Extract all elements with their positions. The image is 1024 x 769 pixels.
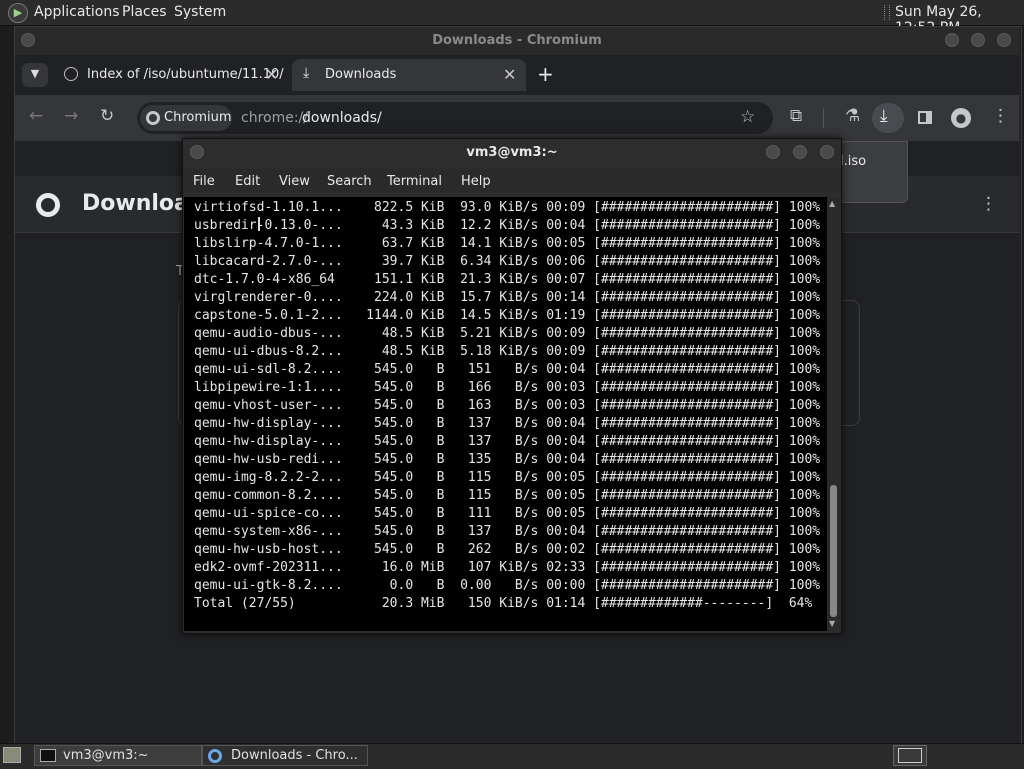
menu-terminal[interactable]: Terminal <box>387 174 442 189</box>
menu-search[interactable]: Search <box>327 174 372 189</box>
terminal-scrollbar[interactable]: ▲ ▼ <box>827 197 840 631</box>
terminal-line: capstone-5.0.1-2... 1144.0 KiB 14.5 KiB/… <box>194 308 821 323</box>
terminal-line: qemu-ui-dbus-8.2... 48.5 KiB 5.18 KiB/s … <box>194 344 821 359</box>
show-desktop-icon[interactable] <box>3 747 21 763</box>
globe-icon <box>64 67 78 81</box>
terminal-line: usbredir-0.13.0-... 43.3 KiB 12.2 KiB/s … <box>194 218 821 233</box>
reload-icon[interactable]: ↻ <box>100 106 114 126</box>
menu-file[interactable]: File <box>193 174 215 189</box>
scroll-down-arrow-icon[interactable]: ▼ <box>829 619 835 628</box>
menu-view[interactable]: View <box>279 174 310 189</box>
minimize-button[interactable] <box>945 33 959 47</box>
back-arrow-icon[interactable]: ← <box>29 106 43 126</box>
menu-applications[interactable]: Applications <box>34 4 120 20</box>
site-chip-label: Chromium <box>164 110 232 125</box>
kebab-menu-icon[interactable]: ⋮ <box>992 106 1009 126</box>
scrollbar-thumb[interactable] <box>830 485 837 617</box>
terminal-line: virglrenderer-0.... 224.0 KiB 15.7 KiB/s… <box>194 290 821 305</box>
workspace-1-icon[interactable] <box>898 748 922 763</box>
toolbar-divider <box>823 108 824 128</box>
terminal-line: qemu-hw-usb-redi... 545.0 B 135 B/s 00:0… <box>194 452 821 467</box>
terminal-line: qemu-hw-display-... 545.0 B 137 B/s 00:0… <box>194 434 821 449</box>
terminal-line: qemu-ui-gtk-8.2.... 0.0 B 0.00 B/s 00:00… <box>194 578 821 593</box>
terminal-line: virtiofsd-1.10.1... 822.5 KiB 93.0 KiB/s… <box>194 200 821 215</box>
labs-flask-icon[interactable]: ⚗ <box>845 106 860 126</box>
distro-logo-icon[interactable]: ▶ <box>8 3 28 23</box>
chromium-logo-icon <box>146 111 160 125</box>
terminal-line: qemu-audio-dbus-... 48.5 KiB 5.21 KiB/s … <box>194 326 821 341</box>
terminal-menubar: File Edit View Search Terminal Help <box>183 169 841 193</box>
menu-help[interactable]: Help <box>461 174 491 189</box>
chromium-logo-icon <box>36 193 60 217</box>
extensions-puzzle-icon[interactable]: ⧉ <box>790 106 802 126</box>
tab-close-icon[interactable]: ✕ <box>265 65 278 84</box>
terminal-line: libcacard-2.7.0-... 39.7 KiB 6.34 KiB/s … <box>194 254 821 269</box>
taskbar-label: vm3@vm3:~ <box>63 748 149 763</box>
terminal-line: qemu-ui-sdl-8.2.... 545.0 B 151 B/s 00:0… <box>194 362 821 377</box>
scroll-up-arrow-icon[interactable]: ▲ <box>829 199 835 208</box>
new-tab-plus-icon[interactable]: + <box>537 62 554 86</box>
side-panel-icon[interactable] <box>918 111 932 124</box>
terminal-output[interactable]: virtiofsd-1.10.1... 822.5 KiB 93.0 KiB/s… <box>184 197 827 631</box>
terminal-line: qemu-ui-spice-co... 545.0 B 111 B/s 00:0… <box>194 506 821 521</box>
terminal-line: Total (27/55) 20.3 MiB 150 KiB/s 01:14 [… <box>194 596 813 611</box>
close-window-button[interactable] <box>997 33 1011 47</box>
terminal-line: qemu-img-8.2.2-2... 545.0 B 115 B/s 00:0… <box>194 470 821 485</box>
taskbar-label: Downloads - Chro... <box>231 748 358 763</box>
tab-title: Downloads <box>325 67 397 82</box>
profile-avatar-icon[interactable]: ● <box>951 108 971 128</box>
panel-handle <box>884 5 890 20</box>
address-bar[interactable] <box>137 102 773 134</box>
forward-arrow-icon[interactable]: → <box>64 106 78 126</box>
bookmark-star-icon[interactable]: ☆ <box>740 107 755 127</box>
terminal-icon <box>40 749 56 762</box>
tab-search-chevron-icon[interactable]: ▼ <box>22 63 48 87</box>
download-bubble-popup[interactable] <box>836 141 908 203</box>
terminal-line: qemu-vhost-user-... 545.0 B 163 B/s 00:0… <box>194 398 821 413</box>
chromium-window-title: Downloads - Chromium <box>432 33 602 48</box>
maximize-button[interactable] <box>971 33 985 47</box>
menu-system[interactable]: System <box>174 4 226 20</box>
chromium-logo-icon <box>208 749 222 763</box>
maximize-button[interactable] <box>793 145 807 159</box>
url-scheme: chrome:// <box>241 110 308 126</box>
download-icon: ⤓ <box>880 106 888 126</box>
download-icon: ⤓ <box>303 65 310 81</box>
mouse-text-cursor-icon <box>258 217 260 231</box>
minimize-button[interactable] <box>766 145 780 159</box>
terminal-title[interactable]: vm3@vm3:~ <box>183 139 841 167</box>
tab-close-icon[interactable]: ✕ <box>503 65 516 84</box>
terminal-line: dtc-1.7.0-4-x86_64 151.1 KiB 21.3 KiB/s … <box>194 272 821 287</box>
menu-places[interactable]: Places <box>122 4 167 20</box>
terminal-line: qemu-hw-display-... 545.0 B 137 B/s 00:0… <box>194 416 821 431</box>
terminal-line: qemu-hw-usb-host... 545.0 B 262 B/s 00:0… <box>194 542 821 557</box>
terminal-window: vm3@vm3:~ File Edit View Search Terminal… <box>182 138 842 634</box>
url-path: downloads/ <box>302 110 382 126</box>
tab-title: Index of /iso/ubuntume/11.10/ <box>87 67 284 82</box>
terminal-line: qemu-system-x86-... 545.0 B 137 B/s 00:0… <box>194 524 821 539</box>
download-bubble-filename: l.iso <box>840 154 867 169</box>
terminal-line: edk2-ovmf-202311... 16.0 MiB 107 KiB/s 0… <box>194 560 821 575</box>
close-window-button[interactable] <box>820 145 834 159</box>
terminal-line: qemu-common-8.2.... 545.0 B 115 B/s 00:0… <box>194 488 821 503</box>
terminal-line: libslirp-4.7.0-1... 63.7 KiB 14.1 KiB/s … <box>194 236 821 251</box>
menu-edit[interactable]: Edit <box>235 174 260 189</box>
downloads-toolbar-button[interactable] <box>872 103 904 133</box>
page-menu-kebab-icon[interactable]: ⋮ <box>980 194 997 214</box>
terminal-line: libpipewire-1:1.... 545.0 B 166 B/s 00:0… <box>194 380 821 395</box>
